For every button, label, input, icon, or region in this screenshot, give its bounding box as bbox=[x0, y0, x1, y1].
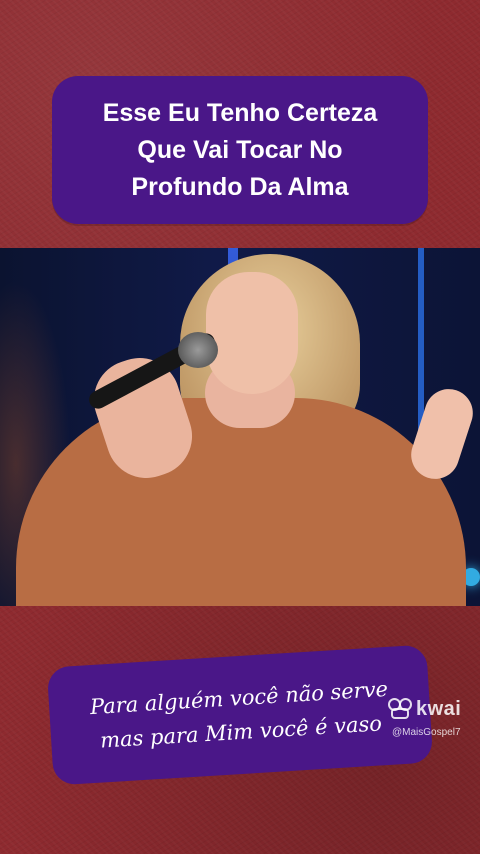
microphone-head bbox=[178, 332, 218, 368]
video-frame[interactable] bbox=[0, 248, 480, 606]
top-caption-banner: Esse Eu Tenho Certeza Que Vai Tocar No P… bbox=[52, 76, 428, 224]
bottom-caption-text: Para alguém você não serve mas para Mim … bbox=[63, 670, 416, 759]
singer-hand bbox=[404, 382, 480, 486]
kwai-watermark: kwai bbox=[388, 694, 461, 724]
top-caption-line-2: Que Vai Tocar No bbox=[137, 135, 343, 164]
kwai-brand-text: kwai bbox=[416, 697, 462, 720]
creator-handle: @MaisGospel7 bbox=[392, 727, 461, 738]
singer-body bbox=[16, 398, 466, 606]
kwai-logo-icon bbox=[388, 698, 412, 720]
top-caption-text: Esse Eu Tenho Certeza Que Vai Tocar No P… bbox=[90, 95, 390, 206]
top-caption-line-3: Profundo Da Alma bbox=[131, 172, 349, 201]
top-caption-line-1: Esse Eu Tenho Certeza bbox=[102, 98, 378, 127]
singer-face bbox=[206, 272, 298, 394]
bottom-caption-banner: Para alguém você não serve mas para Mim … bbox=[46, 644, 434, 786]
